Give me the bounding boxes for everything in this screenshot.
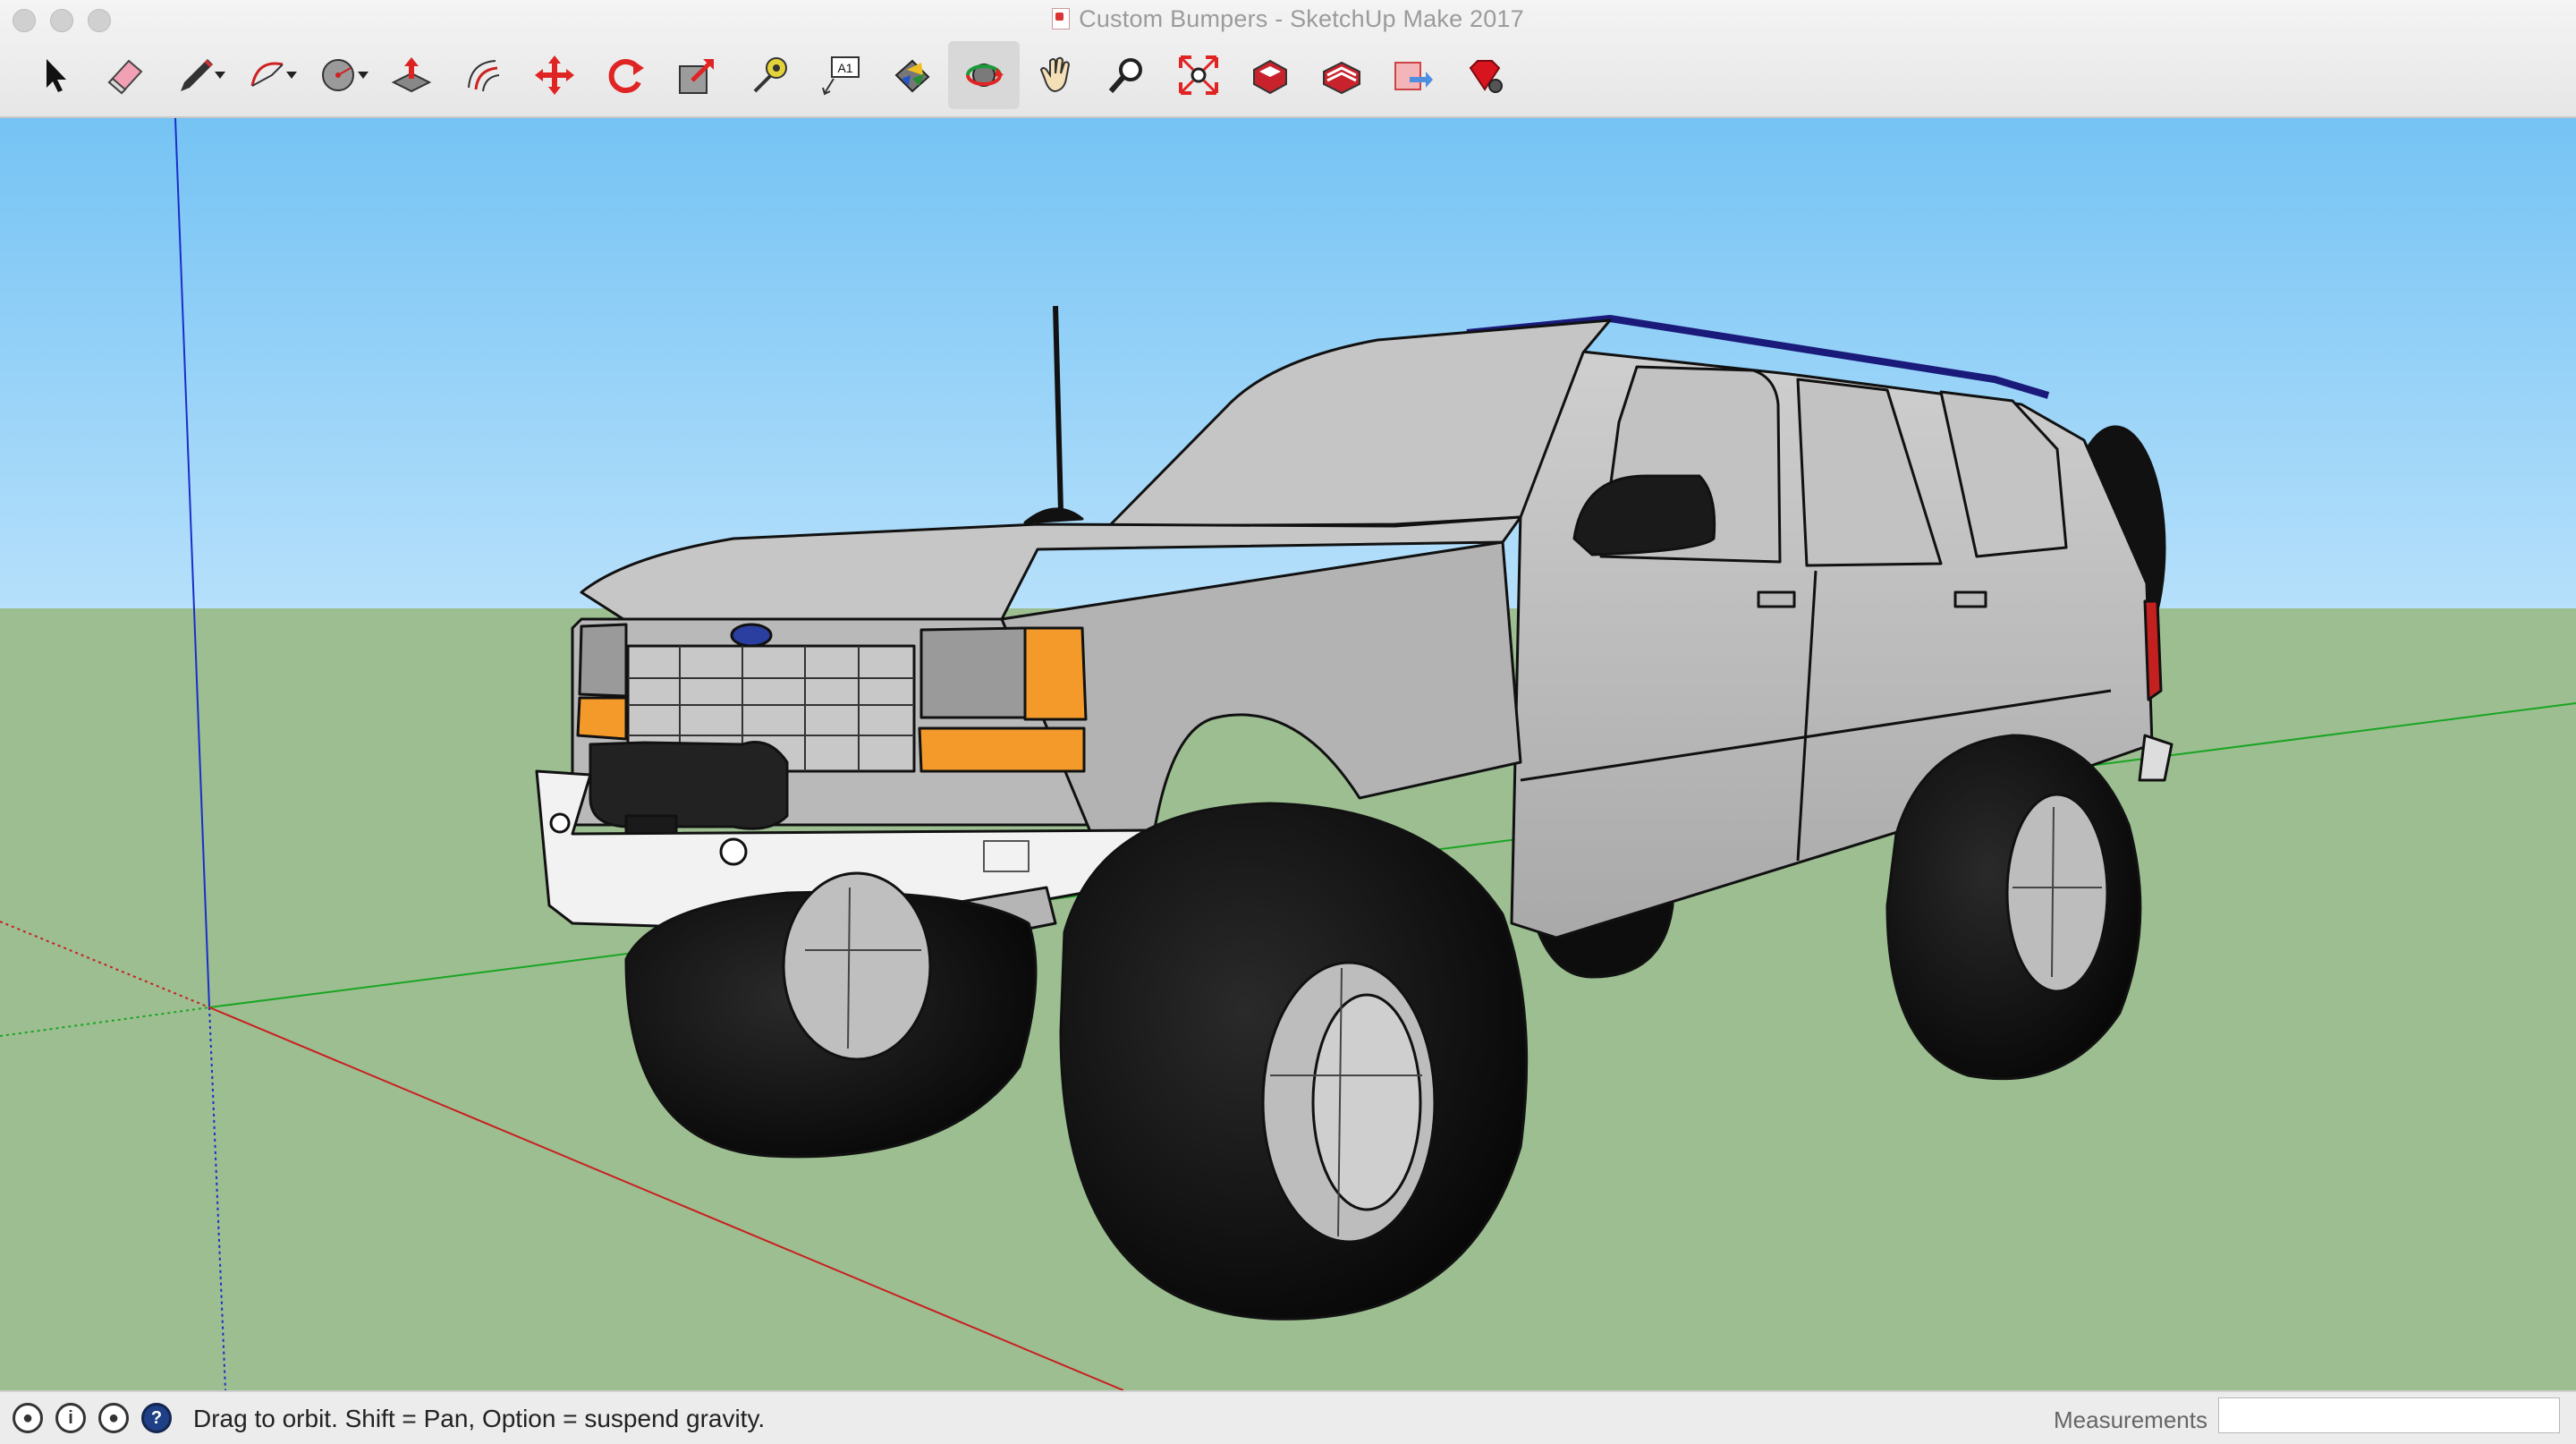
user-account-icon[interactable]: ● [98,1403,129,1433]
ruby-gem-icon [1469,60,1503,93]
taillight [2143,599,2163,701]
rear-right-rim [2005,793,2109,993]
shapes-tool-button[interactable] [304,41,376,109]
document-icon [1052,8,1071,30]
magnifier-icon [1108,58,1142,93]
chevron-down-icon[interactable] [286,72,297,79]
select-tool-button[interactable] [18,41,89,109]
status-bar: ● i ● ? Drag to orbit. Shift = Pan, Opti… [0,1390,2576,1444]
arc-icon [250,62,284,87]
3d-warehouse-icon [1253,59,1287,95]
paint-bucket-icon [894,59,930,93]
scale-icon [679,59,714,94]
orbit-tool-button[interactable] [948,41,1020,109]
push-pull-icon [391,57,432,93]
winch [589,741,789,830]
front-left-rim [782,871,932,1061]
chevron-down-icon[interactable] [215,72,225,79]
bumper-shackle-right [719,837,748,866]
main-toolbar: A1 [18,41,1521,109]
model-viewport[interactable] [0,118,2576,1390]
zoom-extents-icon [1179,55,1218,95]
front-door-handle [1757,590,1796,608]
left-turn-signal [576,696,628,741]
title-bar: Custom Bumpers - SketchUp Make 2017 A1 [0,0,2576,118]
measurements-input[interactable] [2218,1397,2560,1433]
extension-warehouse-button[interactable] [1306,41,1377,109]
move-arrows-icon [535,55,574,95]
tape-measure-icon [753,57,787,93]
pencil-icon [181,59,213,91]
extension-warehouse-icon [1323,61,1360,95]
arrow-pointer-icon [47,59,66,92]
share-model-button[interactable] [1377,41,1449,109]
3d-warehouse-button[interactable] [1234,41,1306,109]
paint-bucket-tool-button[interactable] [877,41,948,109]
zoom-tool-button[interactable] [1091,41,1163,109]
eraser-tool-button[interactable] [89,41,161,109]
rotate-tool-button[interactable] [590,41,662,109]
rear-bumper [2138,734,2174,782]
push-pull-tool-button[interactable] [376,41,447,109]
window-title: Custom Bumpers - SketchUp Make 2017 [0,5,2576,33]
pan-tool-button[interactable] [1020,41,1091,109]
measurements-label: Measurements [2054,1406,2207,1433]
arc-tool-button[interactable] [233,41,304,109]
scale-tool-button[interactable] [662,41,733,109]
text-label-icon: A1 [822,56,860,96]
text-tool-glyph: A1 [837,61,852,75]
bumper-shackle-left [549,812,571,834]
rotate-icon [608,59,644,93]
left-headlight-lens [578,623,628,698]
status-hint: Drag to orbit. Shift = Pan, Option = sus… [193,1405,766,1432]
text-tool-button[interactable]: A1 [805,41,877,109]
info-icon[interactable]: i [55,1403,86,1433]
window-title-text: Custom Bumpers - SketchUp Make 2017 [1079,5,1524,32]
hand-icon [1039,56,1071,93]
orbit-icon [966,64,1004,87]
right-headlight-lens [919,626,1027,719]
ruby-console-button[interactable] [1449,41,1521,109]
zoom-extents-tool-button[interactable] [1163,41,1234,109]
scene-canvas[interactable] [0,118,2576,1390]
right-turn-signal [1023,626,1088,721]
line-tool-button[interactable] [161,41,233,109]
move-tool-button[interactable] [519,41,590,109]
circle-shape-icon [322,59,354,91]
chevron-down-icon[interactable] [358,72,369,79]
geolocation-icon[interactable]: ● [13,1403,43,1433]
front-right-rim-inner [1311,993,1422,1211]
offset-icon [468,60,500,92]
offset-tool-button[interactable] [447,41,519,109]
tape-measure-tool-button[interactable] [733,41,805,109]
status-icons: ● i ● ? [13,1403,172,1433]
share-model-icon [1394,62,1433,90]
rear-door-handle [1953,590,1987,608]
right-lower-signal [918,726,1086,773]
help-icon[interactable]: ? [141,1403,172,1433]
ford-emblem [730,623,773,648]
eraser-icon [107,59,143,95]
